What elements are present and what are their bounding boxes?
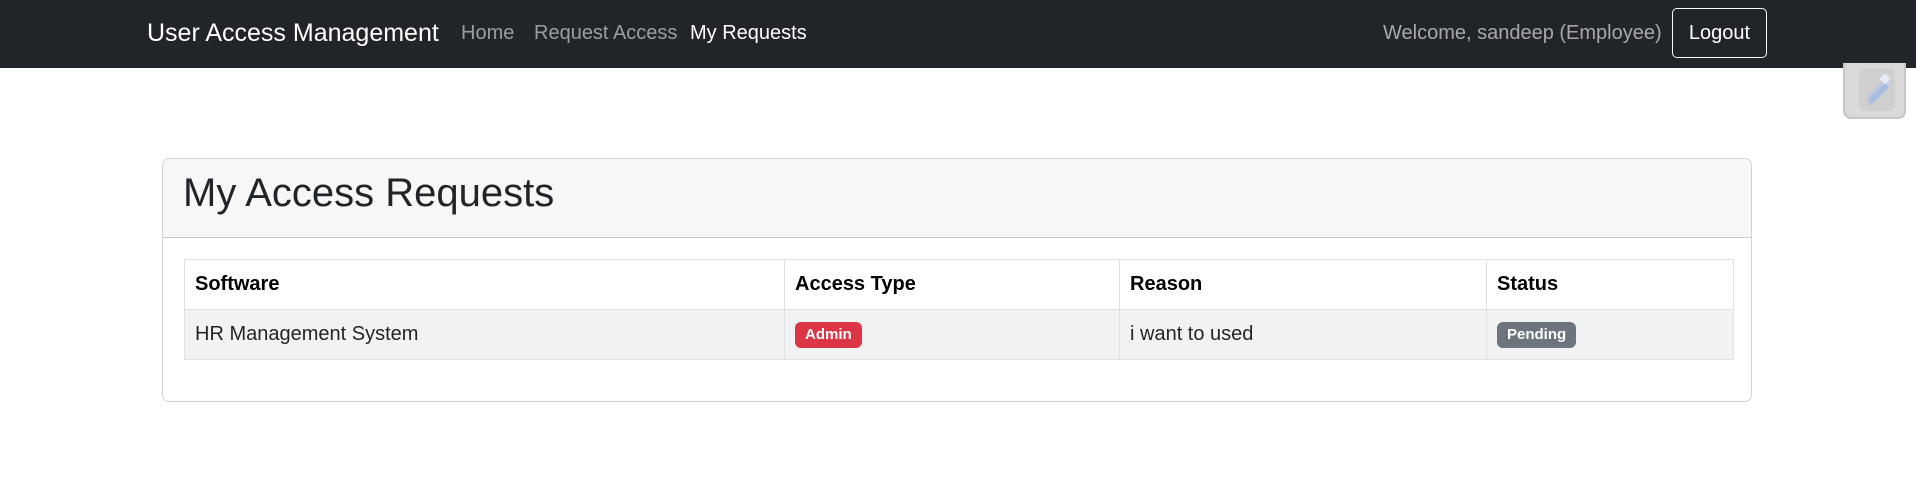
- cell-status: Pending: [1486, 309, 1734, 360]
- status-badge: Pending: [1497, 321, 1577, 348]
- navbar-brand[interactable]: User Access Management: [147, 19, 439, 48]
- column-header-access-type: Access Type: [784, 259, 1120, 310]
- access-type-badge: Admin: [795, 321, 862, 348]
- cell-software: HR Management System: [184, 309, 785, 360]
- table-header-row: Software Access Type Reason Status: [184, 259, 1734, 310]
- page-title: My Access Requests: [183, 171, 555, 215]
- column-header-reason: Reason: [1119, 259, 1487, 310]
- top-navbar: User Access Management Home Request Acce…: [0, 0, 1916, 68]
- extension-widget[interactable]: [1843, 63, 1906, 119]
- cell-access-type: Admin: [784, 309, 1120, 360]
- table-container: Software Access Type Reason Status HR Ma…: [184, 259, 1734, 360]
- table-row: HR Management System Admin i want to use…: [184, 309, 1734, 360]
- welcome-text: Welcome, sandeep (Employee): [1383, 22, 1662, 44]
- requests-table: Software Access Type Reason Status HR Ma…: [184, 259, 1734, 360]
- cell-reason: i want to used: [1119, 309, 1487, 360]
- nav-link-home[interactable]: Home: [461, 22, 514, 45]
- logout-button[interactable]: Logout: [1672, 8, 1767, 58]
- card-header: My Access Requests: [163, 159, 1751, 238]
- nav-link-my-requests[interactable]: My Requests: [690, 22, 807, 45]
- column-header-software: Software: [184, 259, 785, 310]
- nav-link-request-access[interactable]: Request Access: [534, 22, 677, 45]
- column-header-status: Status: [1486, 259, 1734, 310]
- access-requests-card: My Access Requests Software Access Type …: [162, 158, 1752, 402]
- extension-icon: [1859, 69, 1895, 111]
